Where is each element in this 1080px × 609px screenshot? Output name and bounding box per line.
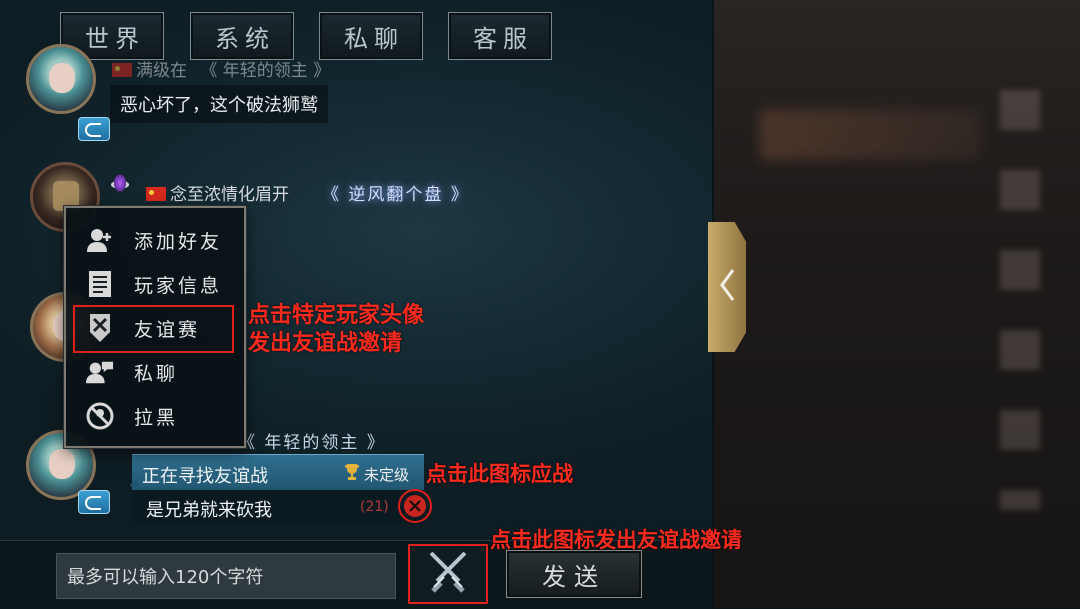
menu-item-private-chat[interactable]: 私聊 <box>66 350 244 394</box>
china-flag-icon <box>112 63 132 77</box>
chevron-left-icon <box>719 268 735 306</box>
accept-challenge-icon[interactable] <box>398 489 432 523</box>
player-title-badge: 《 逆风翻个盘 》 <box>322 185 470 205</box>
player-info-icon <box>86 270 114 298</box>
player-name: 念至浓情化眉开 <box>170 185 289 205</box>
player-name-line: 满级在 《 年轻的领主 》 <box>112 56 330 81</box>
tab-private-chat[interactable]: 私聊 <box>319 12 423 60</box>
message-bubble: 是兄弟就来砍我 (21) <box>132 490 424 524</box>
rank-label: 未定级 <box>364 466 410 484</box>
chat-input[interactable]: 最多可以输入120个字符 <box>56 553 396 599</box>
menu-item-add-friend[interactable]: 添加好友 <box>66 218 244 262</box>
friendly-match-status-card: 正在寻找友谊战 未定级 <box>130 454 424 493</box>
collapse-panel-handle[interactable] <box>708 222 746 352</box>
menu-item-block[interactable]: 拉黑 <box>66 394 244 438</box>
message-bubble: 恶心坏了，这个破法狮鹫 <box>110 85 328 123</box>
tab-customer-service[interactable]: 客服 <box>448 12 552 60</box>
reply-icon[interactable] <box>78 117 110 141</box>
rank-emblem-icon <box>98 166 142 200</box>
game-background <box>700 0 1080 608</box>
annotation-avatar-tip: 点击特定玩家头像 发出友谊战邀请 <box>248 303 425 356</box>
friendly-match-highlight <box>73 305 234 353</box>
menu-item-player-info[interactable]: 玩家信息 <box>66 262 244 306</box>
chat-input-placeholder: 最多可以输入120个字符 <box>67 567 264 588</box>
reply-icon[interactable] <box>78 490 110 514</box>
status-text: 正在寻找友谊战 <box>142 466 268 487</box>
crossed-swords-icon <box>425 549 471 599</box>
china-flag-icon <box>146 187 166 201</box>
trophy-icon <box>344 463 360 481</box>
annotation-accept-tip: 点击此图标应战 <box>426 462 573 486</box>
add-friend-icon <box>86 226 114 254</box>
message-count: (21) <box>360 499 389 515</box>
block-icon <box>86 402 114 430</box>
friendly-match-invite-button[interactable] <box>408 544 488 604</box>
message-text: 是兄弟就来砍我 <box>146 500 272 521</box>
player-name-line: 念至浓情化眉开 <box>146 180 289 205</box>
tab-system[interactable]: 系统 <box>190 12 294 60</box>
player-title-badge: 《 年轻的领主 》 <box>238 433 386 453</box>
private-chat-icon <box>86 358 114 386</box>
send-button[interactable]: 发送 <box>506 550 642 598</box>
annotation-invite-tip: 点击此图标发出友谊战邀请 <box>490 528 742 552</box>
player-avatar[interactable] <box>26 44 96 114</box>
